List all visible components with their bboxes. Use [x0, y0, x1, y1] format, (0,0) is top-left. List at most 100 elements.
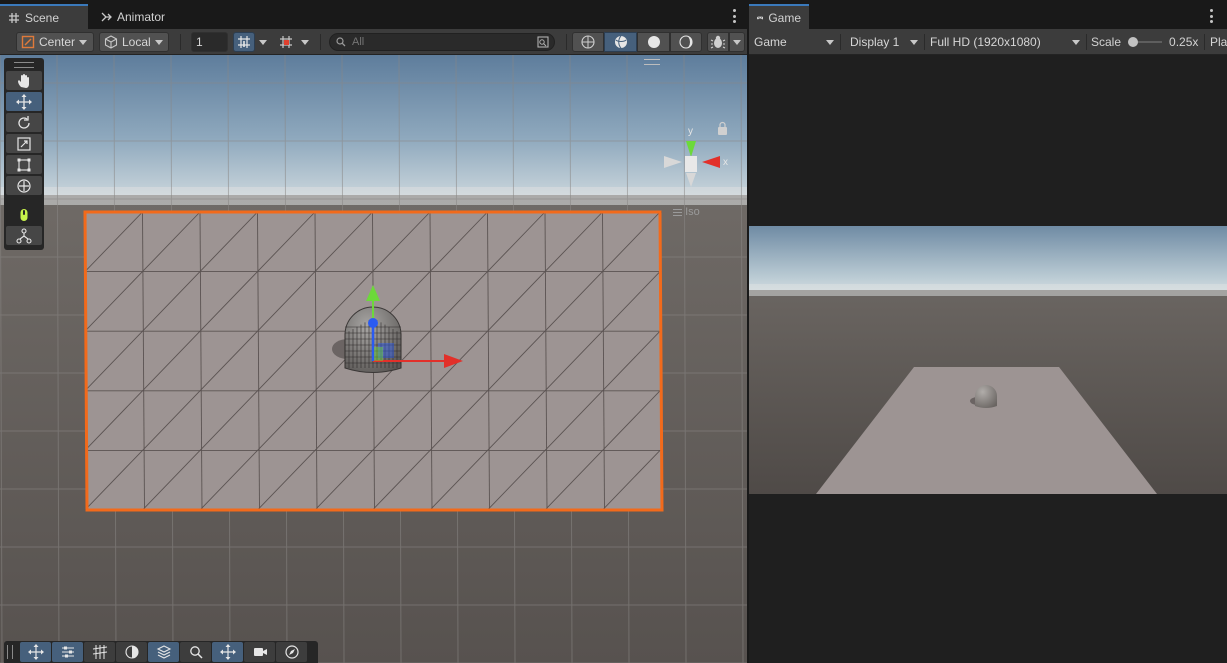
- z-axis-cap[interactable]: [368, 318, 378, 328]
- move-tool-icon: [16, 93, 32, 110]
- wireframe-draw-mode-button[interactable]: [572, 32, 604, 52]
- scene-render[interactable]: [0, 55, 747, 663]
- grid-snap-dropdown[interactable]: [256, 32, 270, 52]
- scale-slider-knob[interactable]: [1128, 37, 1139, 47]
- compass-overlay-button[interactable]: [276, 642, 307, 662]
- gizmo-center-cube[interactable]: [685, 156, 697, 172]
- tool-spacer: [6, 197, 42, 203]
- grid-icon: [92, 645, 107, 659]
- shaded-wireframe-draw-mode-button[interactable]: [604, 32, 637, 52]
- editor-tool-icon: [16, 227, 32, 244]
- scene-search-input[interactable]: [352, 36, 532, 48]
- rotate-tool-button[interactable]: [6, 113, 42, 132]
- editor-tool-button[interactable]: [6, 226, 42, 245]
- scale-slider[interactable]: [1128, 36, 1163, 48]
- gizmo-y-cone[interactable]: [686, 141, 696, 157]
- custom-tool-icon: [20, 208, 28, 221]
- scene-search-field[interactable]: [329, 33, 555, 51]
- transform-handle-overlay-button[interactable]: [20, 642, 51, 662]
- gizmo-neg-y-cone[interactable]: [686, 173, 696, 187]
- yz-plane-handle[interactable]: [374, 347, 383, 361]
- tab-animator-label: Animator: [117, 9, 166, 24]
- grid-snapping-toggle[interactable]: [233, 32, 255, 52]
- overlay-grip-icon[interactable]: [644, 59, 660, 65]
- game-options-kebab-icon[interactable]: [1206, 9, 1216, 23]
- game-tabbar: Game: [749, 0, 1227, 29]
- grid-snap-size-value: 1: [196, 35, 203, 49]
- resolution-label: Full HD (1920x1080): [930, 35, 1041, 49]
- navigation-overlay-button[interactable]: [212, 642, 243, 662]
- cube-icon: [104, 35, 118, 49]
- rect-tool-button[interactable]: [6, 155, 42, 174]
- scale-value: 0.25x: [1169, 35, 1199, 49]
- layers-icon: [156, 645, 171, 659]
- rotate-tool-icon: [18, 115, 30, 129]
- tab-animator[interactable]: Animator: [92, 4, 173, 29]
- toolbar-separator: [1086, 34, 1087, 50]
- scene-search-overlay-button[interactable]: [180, 642, 211, 662]
- overlay-grip-icon[interactable]: [14, 62, 34, 68]
- move-tool-button[interactable]: [6, 92, 42, 111]
- overlay-grip-icon[interactable]: [7, 645, 13, 659]
- gizmo-neg-x-cone[interactable]: [664, 156, 682, 168]
- pivot-center-icon: [21, 35, 35, 49]
- debug-draw-mode-button[interactable]: [707, 32, 729, 52]
- chevron-down-icon: [259, 39, 267, 45]
- scale-tool-button[interactable]: [6, 134, 42, 153]
- view-mode-dropdown[interactable]: Game: [749, 32, 839, 52]
- lock-icon[interactable]: [718, 127, 727, 135]
- game-panel: Game Game Display 1 Full HD (1920x1080) …: [749, 0, 1227, 663]
- tab-game[interactable]: Game: [749, 4, 809, 29]
- magnifier-icon: [189, 646, 203, 659]
- scale-control: Scale 0.25x: [1091, 32, 1198, 52]
- shaded-sphere-icon: [647, 36, 660, 48]
- gizmo-x-label: x: [723, 157, 728, 168]
- play-focused-label: Pla: [1210, 35, 1227, 49]
- view-mode-label: Game: [754, 35, 787, 49]
- toolbar-separator: [840, 34, 841, 50]
- pivot-space-dropdown[interactable]: Local: [99, 32, 169, 52]
- camera-overlay-button[interactable]: [244, 642, 275, 662]
- layers-overlay-button[interactable]: [148, 642, 179, 662]
- chevron-down-icon: [301, 39, 309, 45]
- hand-tool-button[interactable]: [6, 71, 42, 90]
- grid-snap-icon: [238, 36, 250, 48]
- tab-scene[interactable]: Scene: [0, 4, 88, 29]
- game-viewport[interactable]: [749, 55, 1227, 663]
- camera-icon: [253, 648, 267, 656]
- toolbar-separator: [320, 34, 321, 50]
- gizmo-x-cone[interactable]: [702, 156, 720, 168]
- grid-snap-size-field[interactable]: 1: [191, 32, 228, 52]
- shaded-draw-mode-button[interactable]: [637, 32, 670, 52]
- toolbar-separator: [566, 34, 567, 50]
- move-arrows-icon: [27, 644, 44, 660]
- transform-tool-button[interactable]: [6, 176, 42, 195]
- unlit-draw-mode-button[interactable]: [670, 32, 702, 52]
- rect-tool-icon: [17, 158, 31, 171]
- lighting-overlay-button[interactable]: [116, 642, 147, 662]
- play-focused-dropdown[interactable]: Pla: [1205, 32, 1227, 52]
- scale-tool-icon: [17, 136, 31, 151]
- scene-toolbar: Center Local 1: [0, 29, 747, 55]
- shaded-wireframe-sphere-icon: [614, 35, 627, 49]
- view-options-overlay-button[interactable]: [52, 642, 83, 662]
- gamepad-icon: [757, 16, 764, 19]
- debug-draw-mode-dropdown[interactable]: [729, 32, 745, 52]
- pivot-space-label: Local: [122, 35, 151, 49]
- grid-overlay-button[interactable]: [84, 642, 115, 662]
- custom-tool-button[interactable]: [6, 205, 42, 224]
- search-filter-icon[interactable]: [537, 36, 549, 48]
- increment-snap-toggle[interactable]: [275, 32, 297, 52]
- animator-icon: [101, 12, 112, 21]
- sliders-icon: [61, 646, 74, 658]
- chevron-down-icon: [79, 39, 88, 45]
- chevron-down-icon: [733, 39, 741, 45]
- horizon-haze: [0, 187, 747, 205]
- projection-mode-toggle[interactable]: Iso: [673, 206, 700, 218]
- display-dropdown[interactable]: Display 1: [845, 32, 923, 52]
- resolution-dropdown[interactable]: Full HD (1920x1080): [925, 32, 1085, 52]
- scene-options-kebab-icon[interactable]: [729, 9, 739, 23]
- increment-snap-dropdown[interactable]: [298, 32, 312, 52]
- pivot-mode-dropdown[interactable]: Center: [16, 32, 94, 52]
- scene-viewport[interactable]: y x Iso: [0, 55, 747, 663]
